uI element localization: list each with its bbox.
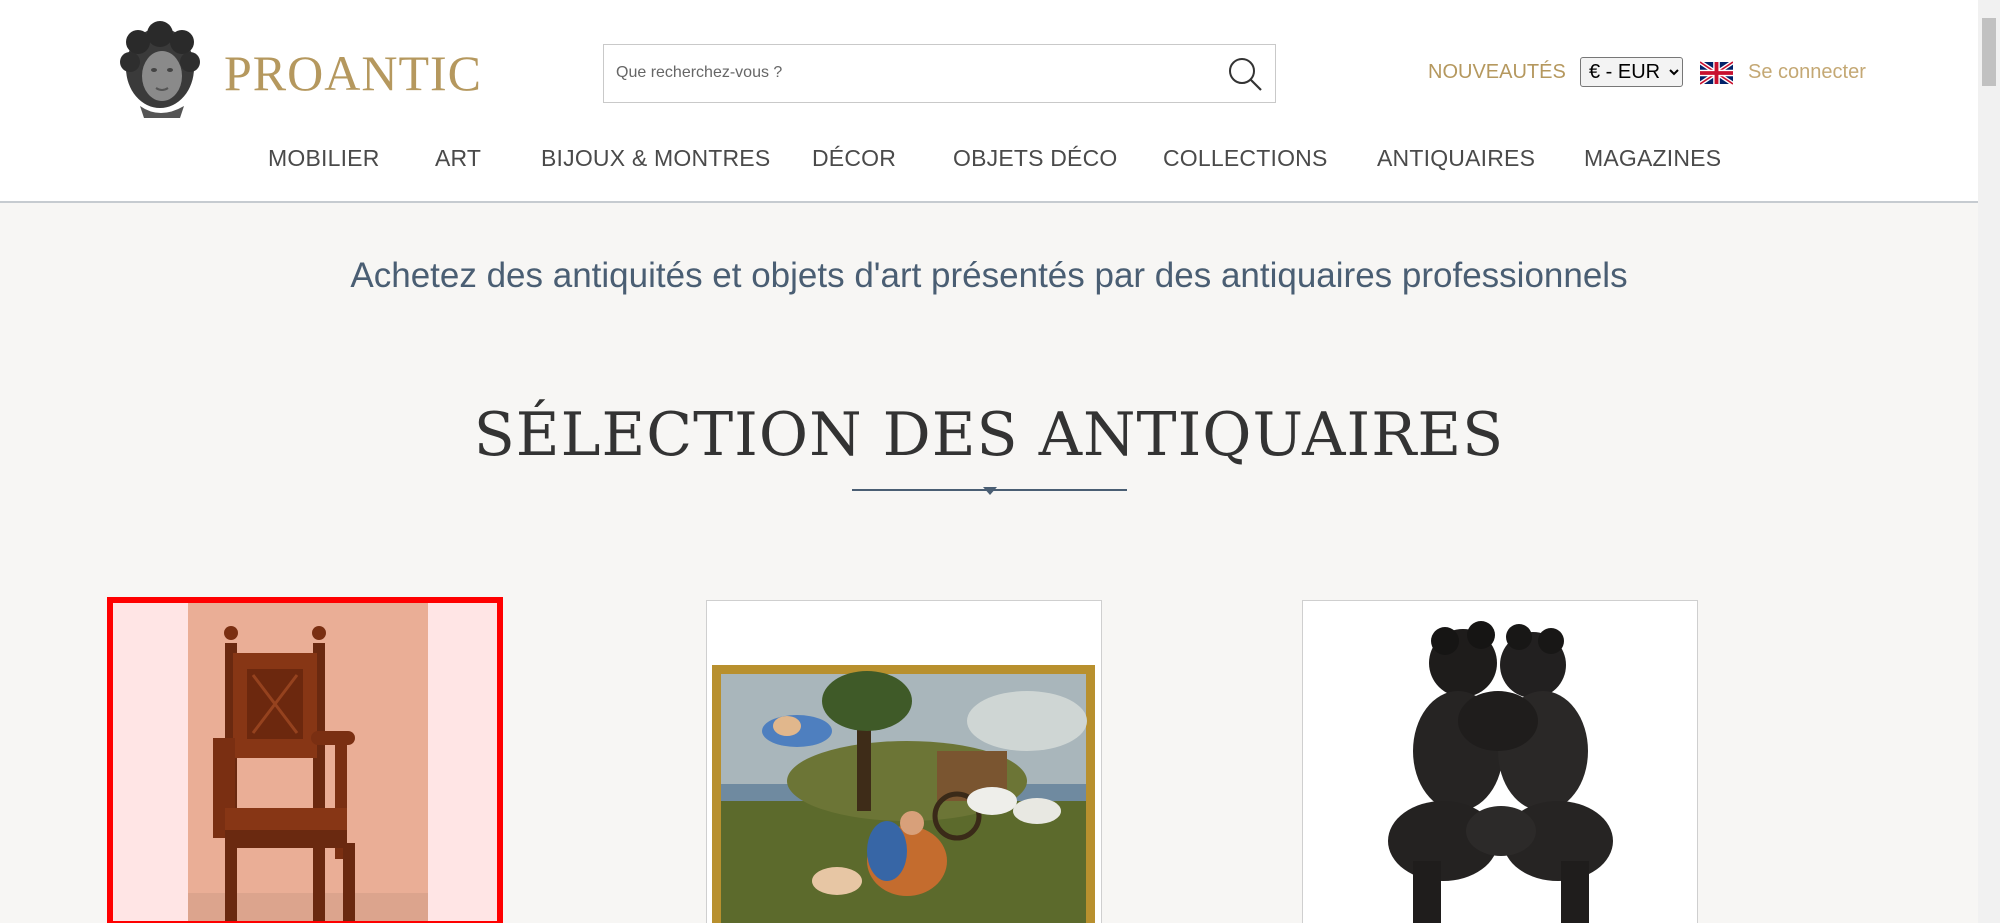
new-arrivals-link[interactable]: NOUVEAUTÉS bbox=[1428, 56, 1566, 88]
nav-item-mobilier[interactable]: MOBILIER bbox=[268, 145, 380, 172]
page-scrollbar[interactable] bbox=[1978, 0, 2000, 923]
title-divider-arrow bbox=[983, 487, 997, 495]
main-nav: MOBILIER ART BIJOUX & MONTRES DÉCOR OBJE… bbox=[0, 145, 1978, 185]
search-input[interactable] bbox=[616, 45, 1206, 101]
sculpture-image bbox=[1303, 601, 1697, 923]
nav-item-collections[interactable]: COLLECTIONS bbox=[1163, 145, 1328, 172]
scrollbar-thumb[interactable] bbox=[1982, 18, 1996, 86]
uk-flag-icon[interactable] bbox=[1700, 61, 1733, 85]
nav-item-art[interactable]: ART bbox=[435, 145, 481, 172]
site-header: PROANTIC NOUVEAUTÉS € - EUR Se connecter… bbox=[0, 0, 1978, 203]
page-tagline: Achetez des antiquités et objets d'art p… bbox=[350, 256, 1628, 295]
login-link[interactable]: Se connecter bbox=[1748, 56, 1866, 88]
nav-item-magazines[interactable]: MAGAZINES bbox=[1584, 145, 1721, 172]
brand-logo-text[interactable]: PROANTIC bbox=[224, 44, 482, 102]
search-icon[interactable] bbox=[1225, 54, 1265, 94]
product-card-sculpture[interactable] bbox=[1302, 600, 1698, 923]
product-card-armchair[interactable] bbox=[107, 597, 503, 923]
section-title: SÉLECTION DES ANTIQUAIRES bbox=[473, 400, 1505, 470]
armchair-image bbox=[113, 603, 497, 921]
currency-select[interactable]: € - EUR bbox=[1580, 57, 1683, 87]
nav-item-objets-deco[interactable]: OBJETS DÉCO bbox=[953, 145, 1118, 172]
nav-item-antiquaires[interactable]: ANTIQUAIRES bbox=[1377, 145, 1535, 172]
nav-item-decor[interactable]: DÉCOR bbox=[812, 145, 896, 172]
logo-bust-icon[interactable] bbox=[110, 20, 210, 120]
product-card-painting[interactable] bbox=[706, 600, 1102, 923]
search-box bbox=[603, 44, 1276, 103]
painting-image bbox=[707, 601, 1101, 923]
nav-item-bijoux-montres[interactable]: BIJOUX & MONTRES bbox=[541, 145, 770, 172]
